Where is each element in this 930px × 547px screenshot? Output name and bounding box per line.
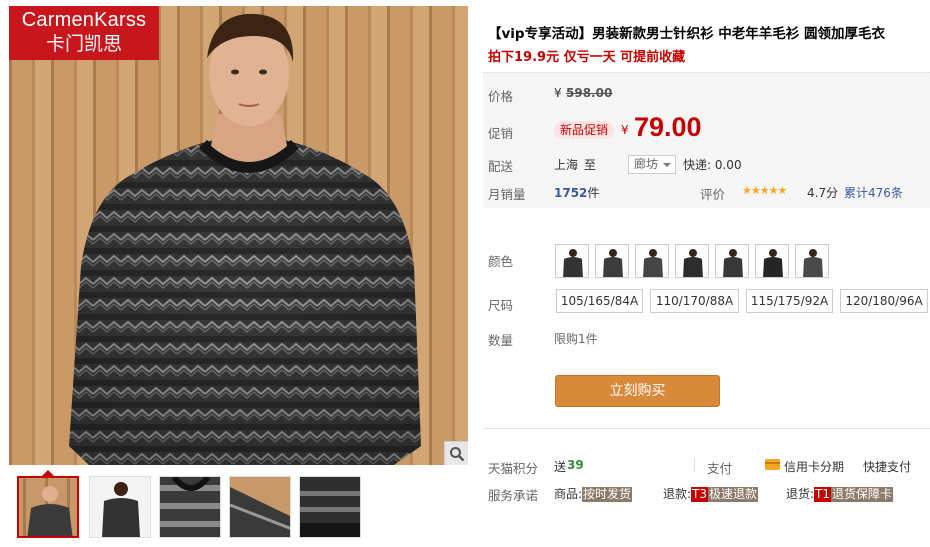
thumbnail-5-image [300, 477, 360, 537]
rating-label: 评价 [700, 187, 726, 202]
product-title: 【vip专享活动】男装新款男士针织衫 中老年羊毛衫 圆领加厚毛衣 [488, 26, 885, 42]
swatch-7-image [796, 245, 828, 277]
brand-logo: CarmenKarss 卡门凯思 [9, 6, 159, 60]
section-divider [483, 428, 930, 429]
caret-down-icon [663, 163, 671, 167]
shipping-label: 配送 [488, 159, 514, 174]
original-price: 598.00 [566, 86, 613, 100]
promo-label: 促销 [488, 126, 514, 141]
return-code-badge: T1 [814, 487, 832, 502]
sales-value: 1752件 [554, 184, 599, 201]
product-subtitle: 拍下19.9元 仅亏一天 可提前收藏 [488, 50, 686, 65]
swatch-5-image [716, 245, 748, 277]
thumbnail-3-image [160, 477, 220, 537]
size-option-110[interactable]: 110/170/88A [650, 289, 739, 313]
color-label: 颜色 [488, 254, 514, 269]
reviews-link[interactable]: 累计476条 [844, 184, 903, 201]
size-option-120[interactable]: 120/180/96A [840, 289, 928, 313]
on-time-delivery-badge[interactable]: 按时发货 [582, 487, 633, 502]
brand-name-cn: 卡门凯思 [45, 33, 122, 55]
thumbnail-4[interactable] [229, 476, 291, 538]
service-label: 服务承诺 [488, 488, 539, 503]
main-product-image[interactable]: CarmenKarss 卡门凯思 [9, 6, 468, 465]
size-option-115[interactable]: 115/175/92A [746, 289, 833, 313]
quantity-limit: 限购1件 [554, 332, 598, 346]
service-goods: 商品:按时发货 [554, 485, 633, 502]
size-label: 尺码 [488, 298, 514, 313]
payment-label: 支付 [707, 461, 733, 476]
promo-badge: 新品促销 [554, 121, 615, 139]
points-give: 送 [554, 460, 567, 474]
color-swatch-4[interactable] [675, 244, 709, 278]
service-return: 退货:T1 退货保障卡 [786, 485, 894, 502]
size-option-105[interactable]: 105/165/84A [556, 289, 643, 313]
service-refund: 退款:T3 极速退款 [663, 485, 759, 502]
destination-value: 廊坊 [634, 157, 659, 171]
thumbnail-4-image [230, 477, 290, 537]
sales-unit: 件 [587, 186, 600, 200]
points-divider [694, 458, 695, 472]
color-swatch-6[interactable] [755, 244, 789, 278]
zoom-icon [449, 446, 464, 461]
shipping-to: 至 [584, 158, 597, 172]
shipping-origin: 上海 [554, 158, 579, 172]
price-currency: ¥ [554, 86, 562, 100]
quick-pay-link[interactable]: 快捷支付 [863, 458, 911, 475]
destination-select[interactable]: 廊坊 [628, 155, 676, 174]
swatch-2-image [596, 245, 628, 277]
model-illustration [69, 13, 421, 465]
thumbnail-1[interactable] [17, 476, 79, 538]
star-icon: ★★★★★ [742, 184, 787, 197]
color-swatch-2[interactable] [595, 244, 629, 278]
promo-currency: ¥ [621, 123, 629, 137]
service-refund-label: 退款: [663, 487, 692, 501]
service-return-label: 退货: [786, 487, 815, 501]
color-swatch-7[interactable] [795, 244, 829, 278]
swatch-3-image [636, 245, 668, 277]
color-swatch-5[interactable] [715, 244, 749, 278]
thumbnail-2-image [90, 477, 150, 537]
rating-score: 4.7分 [807, 186, 839, 200]
service-goods-label: 商品: [554, 487, 583, 501]
buy-now-button[interactable]: 立刻购买 [555, 375, 720, 407]
swatch-4-image [676, 245, 708, 277]
swatch-1-image [556, 245, 588, 277]
credit-card-icon [765, 459, 780, 470]
thumbnail-1-image [19, 478, 77, 536]
swatch-6-image [756, 245, 788, 277]
thumbnail-3[interactable] [159, 476, 221, 538]
fast-refund-badge[interactable]: 极速退款 [708, 487, 759, 502]
sales-label: 月销量 [488, 187, 526, 202]
credit-installment-link[interactable]: 信用卡分期 [784, 458, 844, 475]
promo-price: 79.00 [634, 112, 702, 142]
zoom-button[interactable] [444, 441, 468, 465]
refund-code-badge: T3 [691, 487, 709, 502]
sales-count: 1752 [554, 186, 588, 200]
thumbnail-5[interactable] [299, 476, 361, 538]
thumbnail-2[interactable] [89, 476, 151, 538]
price-label: 价格 [488, 89, 514, 104]
quantity-label: 数量 [488, 333, 514, 348]
points-value: 39 [567, 458, 584, 472]
color-swatch-3[interactable] [635, 244, 669, 278]
color-swatch-1[interactable] [555, 244, 589, 278]
points-label: 天猫积分 [488, 461, 539, 476]
brand-name-en: CarmenKarss [21, 9, 147, 31]
shipping-method: 快递: 0.00 [683, 158, 742, 172]
return-guarantee-badge[interactable]: 退货保障卡 [831, 487, 894, 502]
